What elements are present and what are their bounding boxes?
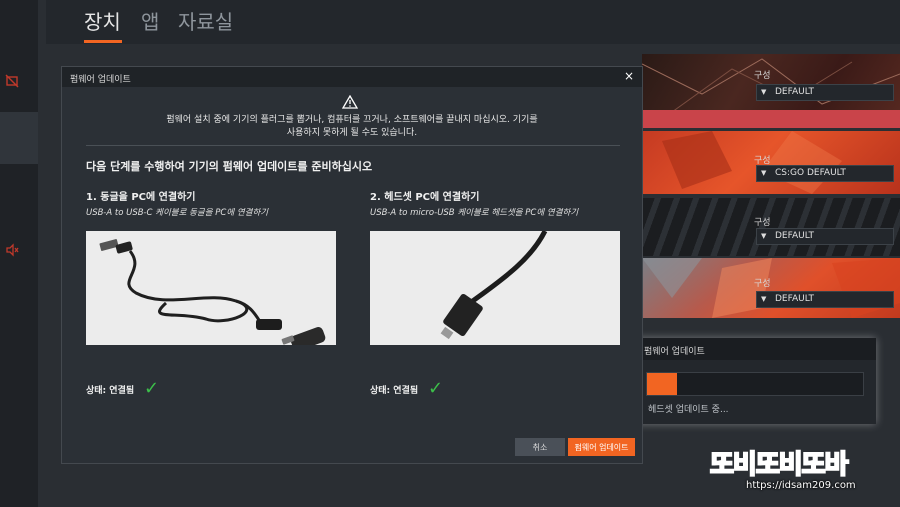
rail-selected-item[interactable] (0, 112, 38, 164)
watermark: 또비또비또바 https://idsam209.com (706, 440, 896, 500)
device-status-bar (642, 110, 900, 128)
divider (86, 145, 620, 146)
warning-line: 사용하지 못하게 될 수도 있습니다. (286, 128, 418, 138)
watermark-logo: 또비또비또바 (709, 449, 850, 481)
caret-down-icon: ▼ (761, 232, 767, 240)
device-banner-art (642, 58, 900, 112)
toast-status: 헤드셋 업데이트 중... (648, 405, 729, 415)
dongle-cable-image (86, 231, 336, 351)
check-icon: ✓ (144, 378, 160, 399)
caret-down-icon: ▼ (761, 295, 767, 303)
caret-down-icon: ▼ (761, 88, 767, 96)
device-card[interactable]: 구성 ▼ DEFAULT (642, 54, 900, 112)
step-status: 상태: 연결됨 (370, 386, 419, 396)
tab-devices[interactable]: 장치 (84, 6, 121, 35)
config-select[interactable]: ▼ DEFAULT (756, 228, 894, 245)
cancel-button[interactable]: 취소 (515, 438, 565, 456)
tab-library[interactable]: 자료실 (178, 6, 233, 35)
step-2: 2. 헤드셋 PC에 연결하기 USB-A to micro-USB 케이블로 … (370, 188, 620, 218)
config-select[interactable]: ▼ DEFAULT (756, 291, 894, 308)
progress-fill (647, 373, 678, 395)
firmware-update-toast: 펌웨어 업데이트 헤드셋 업데이트 중... (634, 338, 876, 424)
config-value: DEFAULT (775, 87, 814, 97)
step-subtitle: USB-A to micro-USB 케이블로 헤드셋을 PC에 연결하기 (370, 208, 579, 218)
speaker-muted-icon[interactable] (5, 243, 19, 257)
config-label: 구성 (754, 71, 771, 81)
device-card[interactable]: 구성 ▼ DEFAULT (642, 198, 900, 256)
check-icon: ✓ (428, 378, 444, 399)
progress-bar (646, 372, 864, 396)
dialog-title: 펌웨어 업데이트 (62, 67, 642, 87)
config-select[interactable]: ▼ DEFAULT (756, 84, 894, 101)
warning-text: 펌웨어 설치 중에 기기의 플러그를 뽑거나, 컴퓨터를 끄거나, 소프트웨어를… (102, 114, 602, 140)
warning-line: 펌웨어 설치 중에 기기의 플러그를 뽑거나, 컴퓨터를 끄거나, 소프트웨어를… (166, 115, 538, 125)
step-title: 2. 헤드셋 PC에 연결하기 (370, 192, 480, 203)
left-rail (0, 0, 38, 507)
close-icon[interactable]: × (624, 69, 634, 83)
warning-icon (341, 94, 359, 113)
config-value: DEFAULT (775, 294, 814, 304)
device-card[interactable]: 구성 ▼ DEFAULT (642, 258, 900, 318)
device-banner-art (642, 258, 900, 318)
step-subtitle: USB-A to USB-C 케이블로 동글을 PC에 연결하기 (86, 208, 269, 218)
step-title: 1. 동글을 PC에 연결하기 (86, 192, 196, 203)
active-tab-indicator (84, 40, 122, 43)
config-value: CS:GO DEFAULT (775, 168, 846, 178)
headset-cable-image (370, 229, 620, 345)
device-banner-art (662, 131, 842, 194)
device-card[interactable]: 구성 ▼ CS:GO DEFAULT (642, 131, 900, 194)
mic-muted-icon[interactable] (5, 74, 19, 88)
prep-title: 다음 단계를 수행하여 기기의 펌웨어 업데이트를 준비하십시오 (86, 160, 373, 173)
firmware-update-button[interactable]: 펌웨어 업데이트 (568, 438, 635, 456)
toast-title: 펌웨어 업데이트 (634, 338, 876, 360)
config-label: 구성 (754, 218, 771, 228)
tab-apps[interactable]: 앱 (141, 6, 159, 35)
caret-down-icon: ▼ (761, 169, 767, 177)
watermark-url: https://idsam209.com (746, 480, 856, 491)
step-1: 1. 동글을 PC에 연결하기 USB-A to USB-C 케이블로 동글을 … (86, 188, 336, 218)
top-header (46, 0, 900, 44)
firmware-update-dialog: 펌웨어 업데이트 × 펌웨어 설치 중에 기기의 플러그를 뽑거나, 컴퓨터를 … (61, 66, 643, 464)
config-value: DEFAULT (775, 231, 814, 241)
step-status: 상태: 연결됨 (86, 386, 135, 396)
config-select[interactable]: ▼ CS:GO DEFAULT (756, 165, 894, 182)
config-label: 구성 (754, 279, 771, 289)
